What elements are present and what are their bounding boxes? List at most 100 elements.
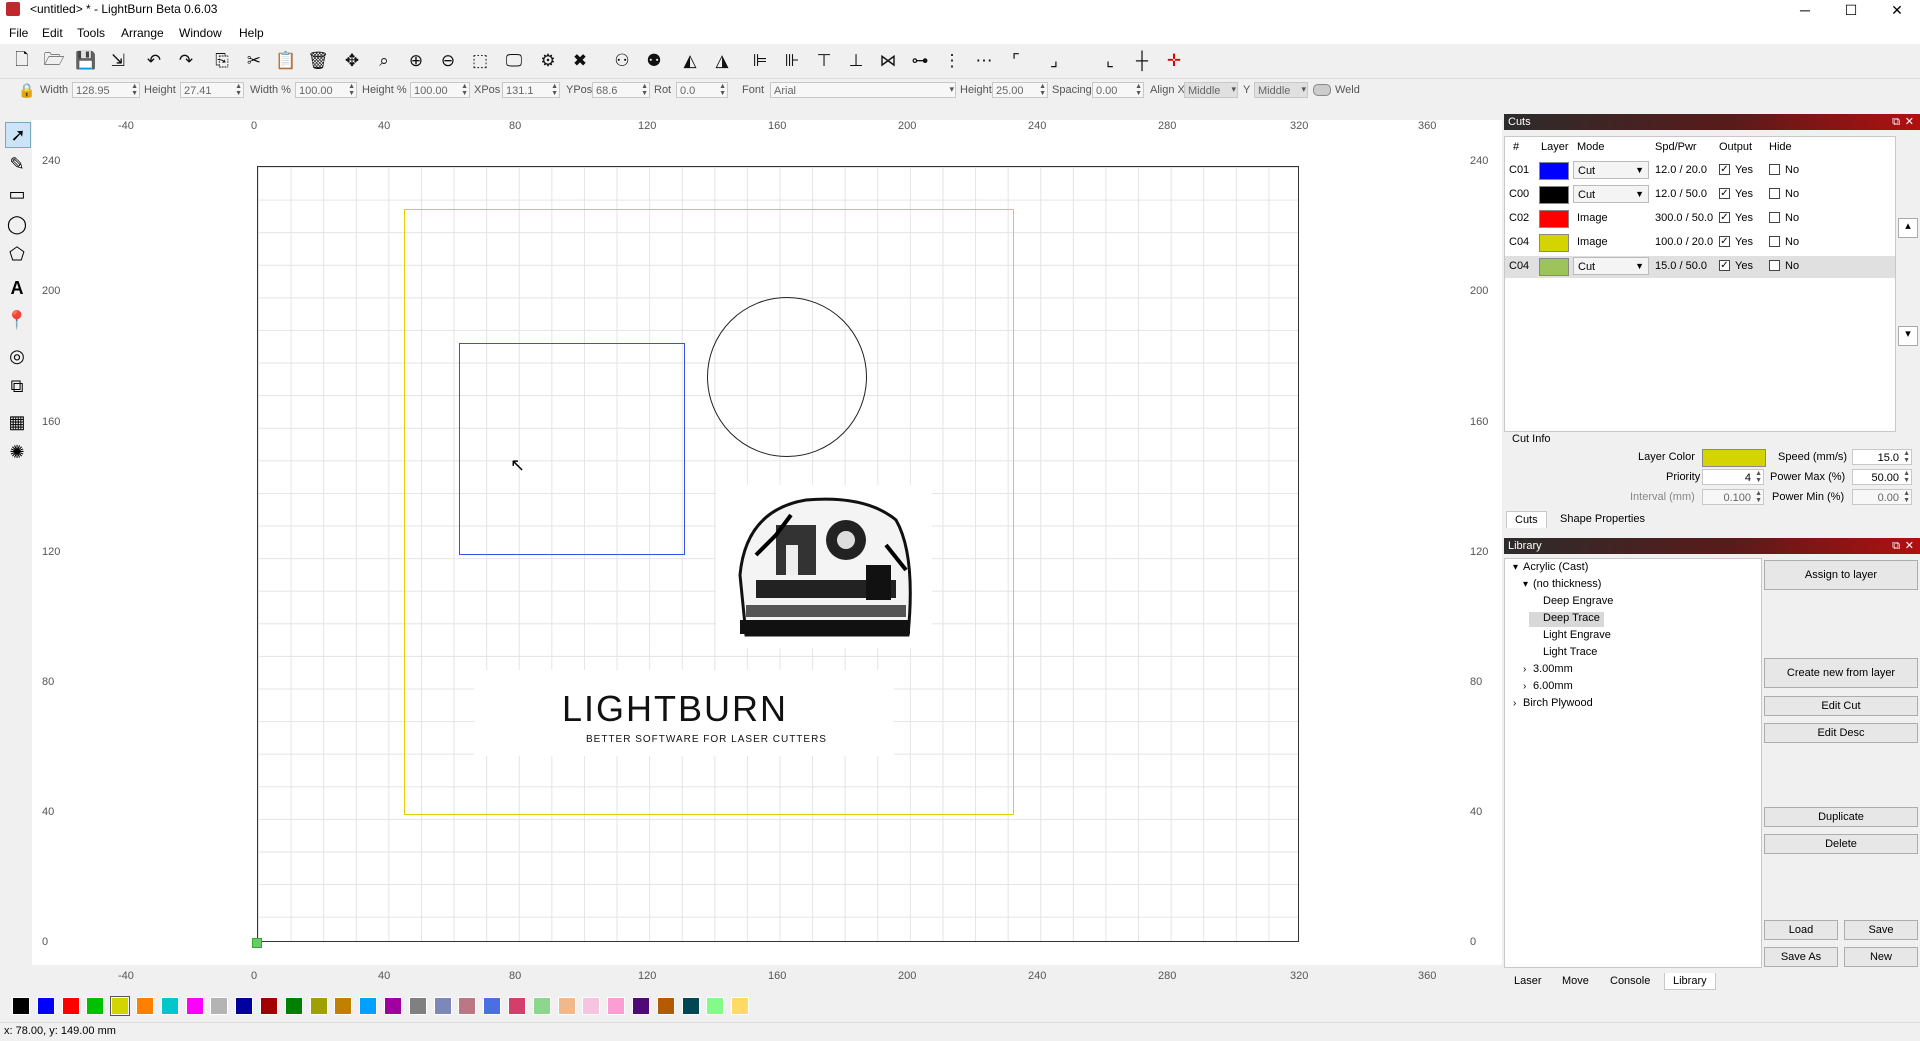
menu-help[interactable]: Help — [236, 26, 267, 40]
delete-button[interactable]: Delete — [1764, 834, 1918, 854]
palette-color-swatch[interactable] — [86, 997, 105, 1015]
palette-color-swatch[interactable] — [235, 997, 254, 1015]
minimize-button[interactable]: ─ — [1782, 0, 1828, 22]
lightburn-logo-graphic[interactable]: LIGHTBURN BETTER SOFTWARE FOR LASER CUTT… — [474, 670, 894, 756]
close-icon[interactable]: ✕ — [1905, 538, 1914, 554]
tab-console[interactable]: Console — [1602, 973, 1658, 989]
save-icon[interactable]: 💾 — [74, 49, 98, 73]
tab-cuts[interactable]: Cuts — [1506, 511, 1547, 528]
tree-item[interactable]: › 3.00mm — [1519, 663, 1577, 678]
black-circle-shape[interactable] — [707, 297, 867, 457]
float-icon[interactable]: ⧉ — [1892, 114, 1900, 130]
table-row[interactable]: C01 Cut ▼ 12.0 / 20.0 ✓ Yes No — [1505, 160, 1895, 182]
palette-color-swatch[interactable] — [210, 997, 229, 1015]
menu-file[interactable]: File — [6, 26, 31, 40]
aligny-select[interactable]: Middle ▾ — [1254, 82, 1308, 98]
tree-arrow-icon[interactable]: › — [1513, 698, 1523, 709]
close-icon[interactable]: ✕ — [1905, 114, 1914, 130]
polygon-tool-icon[interactable]: ⬠ — [5, 242, 29, 266]
select-tool-icon[interactable]: ➚ — [5, 122, 31, 148]
align-vcenter-icon[interactable]: ⊶ — [908, 49, 932, 73]
rot-field[interactable]: 0.0 ▲ ▼ — [676, 82, 728, 98]
duplicate-button[interactable]: Duplicate — [1764, 807, 1918, 827]
create-from-layer-button[interactable]: Create new from layer — [1764, 658, 1918, 688]
hide-checkbox[interactable] — [1769, 260, 1780, 271]
palette-color-swatch[interactable] — [359, 997, 378, 1015]
group-icon[interactable]: ⚇ — [610, 49, 634, 73]
powermax-field[interactable]: 50.00 ▲ ▼ — [1852, 469, 1912, 485]
tab-move[interactable]: Move — [1554, 973, 1597, 989]
palette-color-swatch[interactable] — [433, 997, 452, 1015]
align-bottom-icon[interactable]: ⊥ — [844, 49, 868, 73]
hide-checkbox[interactable] — [1769, 212, 1780, 223]
frame-icon[interactable]: 🖵 — [502, 49, 526, 73]
assign-to-layer-button[interactable]: Assign to layer — [1764, 560, 1918, 590]
font-select[interactable]: Arial ▾ — [770, 82, 956, 98]
layer-color-swatch[interactable] — [1539, 162, 1569, 180]
tab-laser[interactable]: Laser — [1506, 973, 1550, 989]
palette-color-swatch[interactable] — [384, 997, 402, 1015]
layer-color-swatch[interactable] — [1539, 186, 1569, 204]
tree-item[interactable]: Deep Trace — [1529, 612, 1604, 627]
tree-arrow-icon[interactable]: ▾ — [1513, 562, 1523, 573]
palette-color-swatch[interactable] — [483, 997, 502, 1015]
align-left-icon[interactable]: ⊫ — [748, 49, 772, 73]
palette-color-swatch[interactable] — [532, 997, 551, 1015]
tree-arrow-icon[interactable]: ▾ — [1523, 579, 1533, 590]
new-button[interactable]: New — [1844, 947, 1918, 967]
powermin-field[interactable]: 0.00 ▲ ▼ — [1852, 489, 1912, 505]
palette-color-swatch[interactable] — [110, 996, 131, 1016]
mode-select[interactable]: Cut ▼ — [1573, 185, 1649, 203]
rectangle-tool-icon[interactable]: ▭ — [5, 182, 29, 206]
priority-field[interactable]: 4 ▲ ▼ — [1702, 469, 1764, 485]
palette-color-swatch[interactable] — [309, 997, 328, 1015]
hide-checkbox[interactable] — [1769, 164, 1780, 175]
palette-color-swatch[interactable] — [557, 997, 576, 1015]
tree-item[interactable]: Light Engrave — [1529, 629, 1615, 644]
spacing-field[interactable]: 0.00 ▲ ▼ — [1092, 82, 1144, 98]
palette-color-swatch[interactable] — [458, 997, 477, 1015]
table-row[interactable]: C04 Cut ▼ 15.0 / 50.0 ✓ Yes No — [1505, 256, 1895, 278]
heightpct-field[interactable]: 100.00 ▲ ▼ — [410, 82, 470, 98]
palette-color-swatch[interactable] — [136, 997, 154, 1015]
tree-item[interactable]: › 6.00mm — [1519, 680, 1577, 695]
output-checkbox[interactable]: ✓ — [1719, 164, 1730, 175]
redo-icon[interactable]: ↷ — [174, 49, 198, 73]
output-checkbox[interactable]: ✓ — [1719, 188, 1730, 199]
tree-item[interactable]: › Birch Plywood — [1509, 697, 1597, 712]
mode-select[interactable]: Image — [1573, 233, 1649, 251]
tree-item[interactable]: Deep Engrave — [1529, 595, 1617, 610]
zoom-fit-icon[interactable]: ⌕ — [372, 49, 396, 73]
align-top-icon[interactable]: ⊤ — [812, 49, 836, 73]
width-field[interactable]: 128.95 ▲ ▼ — [72, 82, 140, 98]
palette-color-swatch[interactable] — [284, 997, 303, 1015]
palette-color-swatch[interactable] — [706, 997, 725, 1015]
hide-checkbox[interactable] — [1769, 236, 1780, 247]
height-field[interactable]: 27.41 ▲ ▼ — [180, 82, 244, 98]
hide-checkbox[interactable] — [1769, 188, 1780, 199]
output-checkbox[interactable]: ✓ — [1719, 212, 1730, 223]
table-row[interactable]: C04 Image 100.0 / 20.0 ✓ Yes No — [1505, 232, 1895, 254]
layer-color-swatch[interactable] — [1539, 258, 1569, 276]
output-checkbox[interactable]: ✓ — [1719, 260, 1730, 271]
move-icon[interactable]: ✥ — [340, 49, 364, 73]
mode-select[interactable]: Cut ▼ — [1573, 161, 1649, 179]
align-hcenter-icon[interactable]: ⋈ — [876, 49, 900, 73]
position-laser-icon[interactable]: 📍 — [5, 308, 29, 332]
save-button[interactable]: Save — [1844, 920, 1918, 940]
menu-window[interactable]: Window — [176, 26, 225, 40]
move-bottom-icon[interactable]: ⌞ — [1098, 49, 1122, 73]
corner-icon[interactable]: ⌜ — [1004, 49, 1028, 73]
move-center-icon[interactable]: ┼ — [1130, 49, 1154, 73]
undo-icon[interactable]: ↶ — [142, 49, 166, 73]
font-height-field[interactable]: 25.00 ▲ ▼ — [992, 82, 1048, 98]
lock-icon[interactable]: 🔒 — [18, 82, 35, 99]
ypos-field[interactable]: 68.6 ▲ ▼ — [592, 82, 650, 98]
move-corner-icon[interactable]: ⌟ — [1042, 49, 1066, 73]
pen-tool-icon[interactable]: ✎ — [5, 152, 29, 176]
close-button[interactable]: ✕ — [1874, 0, 1920, 22]
paste-icon[interactable]: 📋 — [274, 49, 298, 73]
laser-origin-icon[interactable]: ✛ — [1162, 49, 1186, 73]
menu-arrange[interactable]: Arrange — [118, 26, 167, 40]
edit-desc-button[interactable]: Edit Desc — [1764, 723, 1918, 743]
